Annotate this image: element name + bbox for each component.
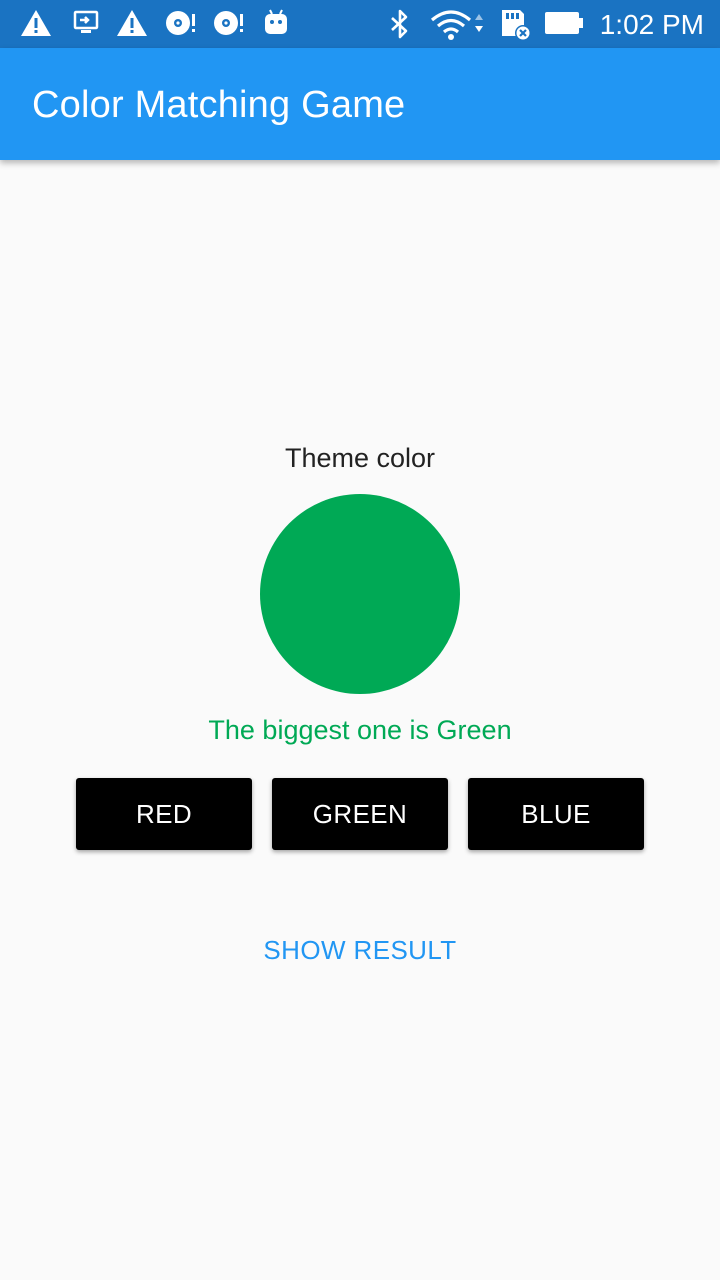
status-bar: 1:02 PM bbox=[0, 0, 720, 48]
sd-card-icon bbox=[498, 8, 534, 42]
result-text: The biggest one is Green bbox=[208, 715, 512, 745]
blue-button[interactable]: BLUE bbox=[468, 778, 644, 850]
cast-icon bbox=[72, 8, 100, 38]
wifi-icon bbox=[430, 8, 488, 42]
show-result-button[interactable]: SHOW RESULT bbox=[240, 920, 480, 980]
game-content: Theme color The biggest one is Green RED… bbox=[0, 160, 720, 1280]
sync-icon bbox=[164, 8, 198, 38]
red-button[interactable]: RED bbox=[76, 778, 252, 850]
bluetooth-icon bbox=[386, 8, 414, 42]
theme-color-circle bbox=[260, 494, 460, 694]
sync-icon bbox=[212, 8, 246, 38]
theme-color-label: Theme color bbox=[284, 443, 436, 473]
battery-icon bbox=[544, 8, 584, 38]
app-title: Color Matching Game bbox=[32, 84, 406, 126]
app-bar: Color Matching Game bbox=[0, 48, 720, 160]
android-icon bbox=[262, 8, 290, 38]
warning-icon bbox=[116, 8, 148, 38]
status-time: 1:02 PM bbox=[599, 9, 704, 40]
green-button[interactable]: GREEN bbox=[272, 778, 448, 850]
warning-icon bbox=[20, 8, 52, 38]
